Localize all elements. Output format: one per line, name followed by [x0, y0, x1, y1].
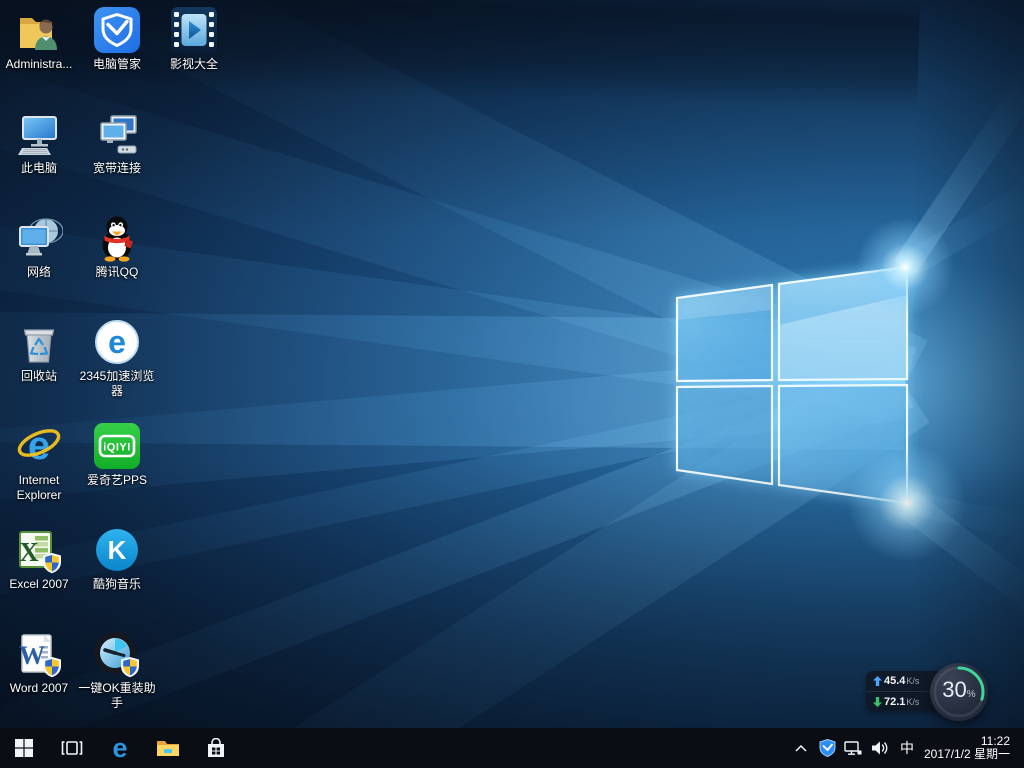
word-icon: W — [15, 630, 63, 678]
desktop-icon-label: 宽带连接 — [78, 161, 156, 176]
download-arrow-icon — [873, 697, 882, 707]
desktop-icon-label: Administra... — [0, 57, 78, 72]
desktop-icon-kugou[interactable]: K 酷狗音乐 — [78, 526, 156, 592]
recycle-bin-icon — [15, 318, 63, 366]
desktop-icon-internet-explorer[interactable]: e Internet Explorer — [0, 422, 78, 503]
svg-text:iQIYI: iQIYI — [103, 442, 131, 454]
memory-usage-percent: 30% — [942, 679, 975, 706]
desktop-icon-pc-manager[interactable]: 电脑管家 — [78, 6, 156, 72]
network-status-icon — [844, 741, 862, 756]
network-globe-icon — [15, 214, 63, 262]
film-play-icon — [170, 6, 218, 54]
qq-penguin-icon — [93, 214, 141, 262]
desktop-icon-label: 酷狗音乐 — [78, 577, 156, 592]
desktop-icon-2345-browser[interactable]: e 2345加速浏览器 — [78, 318, 156, 399]
user-folder-icon — [15, 6, 63, 54]
acceleration-ball[interactable]: 30% — [930, 663, 988, 721]
desktop-icon-recycle-bin[interactable]: 回收站 — [0, 318, 78, 384]
desktop-icon-label: 电脑管家 — [78, 57, 156, 72]
desktop-icon-label: 一键OK重装助手 — [78, 681, 156, 711]
shield-icon — [93, 6, 141, 54]
edge-icon: e — [112, 735, 127, 762]
desktop-icon-label: Word 2007 — [0, 681, 78, 696]
desktop-icon-network[interactable]: 网络 — [0, 214, 78, 280]
folder-icon — [156, 739, 180, 758]
ie-icon: e — [15, 422, 63, 470]
task-view-icon — [61, 740, 83, 756]
desktop-icon-qq[interactable]: 腾讯QQ — [78, 214, 156, 280]
desktop-icon-label: 2345加速浏览器 — [78, 369, 156, 399]
desktop-icon-label: Internet Explorer — [0, 473, 78, 503]
iqiyi-icon: iQIYI — [93, 422, 141, 470]
tray-pc-manager[interactable] — [814, 728, 840, 768]
browser-e-icon: e — [93, 318, 141, 366]
kugou-icon: K — [93, 526, 141, 574]
light-flare — [855, 217, 955, 317]
desktop-icon-word-2007[interactable]: W Word 2007 — [0, 630, 78, 696]
windows-desktop: Administra... 电脑管家 — [0, 0, 1024, 768]
desktop-icon-label: 此电脑 — [0, 161, 78, 176]
download-speed-unit: K/s — [906, 697, 919, 707]
download-speed-value: 72.1 — [884, 696, 905, 708]
desktop-icon-excel-2007[interactable]: X Excel 2007 — [0, 526, 78, 592]
speaker-icon — [872, 741, 889, 755]
clock-date: 2017/1/2 星期一 — [924, 748, 1010, 761]
tray-shield-icon — [819, 739, 836, 757]
computer-icon — [15, 110, 63, 158]
clock-tool-icon — [93, 630, 141, 678]
desktop-icon-label: 网络 — [0, 265, 78, 280]
upload-speed-value: 45.4 — [884, 675, 905, 687]
start-button[interactable] — [0, 728, 48, 768]
desktop-icon-label: 回收站 — [0, 369, 78, 384]
tray-ime-indicator[interactable]: 中 — [894, 728, 920, 768]
svg-text:W: W — [19, 641, 45, 670]
svg-text:K: K — [108, 535, 127, 565]
desktop-icon-label: Excel 2007 — [0, 577, 78, 592]
upload-speed-unit: K/s — [906, 676, 919, 686]
system-tray: 中 11:22 2017/1/2 星期一 — [788, 728, 1024, 768]
desktop-icon-label: 爱奇艺PPS — [78, 473, 156, 488]
tray-volume[interactable] — [866, 728, 894, 768]
task-view-button[interactable] — [48, 728, 96, 768]
desktop-icon-this-pc[interactable]: 此电脑 — [0, 110, 78, 176]
file-explorer-button[interactable] — [144, 728, 192, 768]
upload-arrow-icon — [873, 676, 882, 686]
desktop-icon-yingshi[interactable]: 影视大全 — [155, 6, 233, 72]
desktop-icon-label: 腾讯QQ — [78, 265, 156, 280]
light-flare — [847, 443, 967, 563]
desktop-icon-broadband[interactable]: 宽带连接 — [78, 110, 156, 176]
store-bag-icon — [206, 738, 226, 759]
tray-network[interactable] — [840, 728, 866, 768]
svg-text:e: e — [108, 324, 126, 360]
desktop-icon-onekey-ok[interactable]: 一键OK重装助手 — [78, 630, 156, 711]
tray-overflow-button[interactable] — [788, 728, 814, 768]
desktop-icon-administrator[interactable]: Administra... — [0, 6, 78, 72]
desktop-icon-label: 影视大全 — [155, 57, 233, 72]
edge-button[interactable]: e — [96, 728, 144, 768]
taskbar: e — [0, 728, 1024, 768]
tray-clock[interactable]: 11:22 2017/1/2 星期一 — [920, 728, 1024, 768]
desktop-icon-iqiyi[interactable]: iQIYI 爱奇艺PPS — [78, 422, 156, 488]
excel-icon: X — [15, 526, 63, 574]
chevron-up-icon — [795, 745, 807, 752]
svg-text:X: X — [19, 537, 39, 567]
broadband-icon — [93, 110, 141, 158]
windows-logo-icon — [15, 739, 33, 757]
store-button[interactable] — [192, 728, 240, 768]
